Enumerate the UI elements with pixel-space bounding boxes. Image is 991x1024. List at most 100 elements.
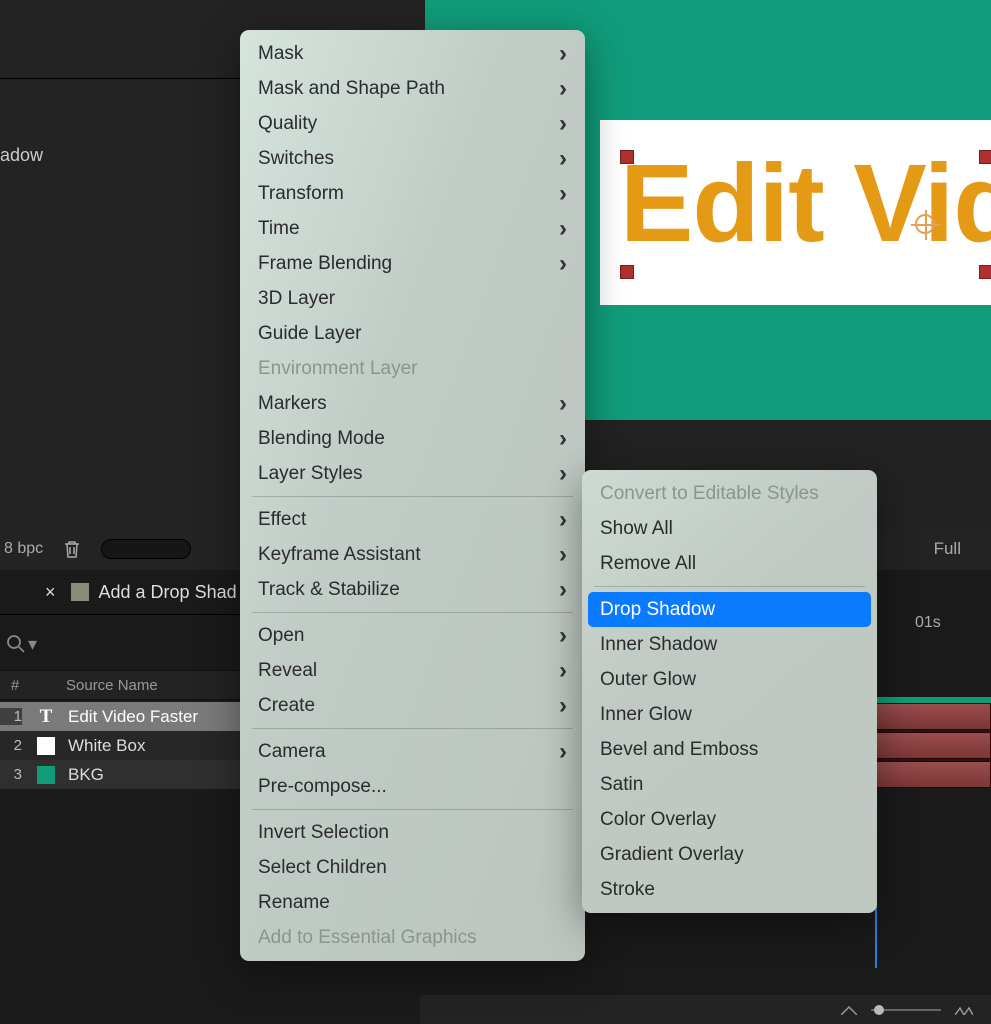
menu-item-inner-shadow[interactable]: Inner Shadow [582,627,877,662]
preview-text[interactable]: Edit Video [620,140,991,267]
menu-item-track-stabilize[interactable]: Track & Stabilize› [240,572,585,607]
menu-item-invert-selection[interactable]: Invert Selection [240,815,585,850]
effect-label: adow [0,145,43,166]
chevron-right-icon: › [559,215,567,243]
chevron-right-icon: › [559,390,567,418]
menu-item-markers[interactable]: Markers› [240,386,585,421]
menu-item-mask-and-shape-path[interactable]: Mask and Shape Path› [240,71,585,106]
menu-item-blending-mode[interactable]: Blending Mode› [240,421,585,456]
menu-item-label: Keyframe Assistant [258,544,421,566]
layer-track[interactable] [875,732,991,759]
menu-item-create[interactable]: Create› [240,688,585,723]
menu-item-label: Invert Selection [258,822,389,844]
menu-item-label: Camera [258,741,326,763]
menu-item-keyframe-assistant[interactable]: Keyframe Assistant› [240,537,585,572]
menu-item-camera[interactable]: Camera › [240,734,585,769]
trash-icon[interactable] [63,539,81,559]
chevron-right-icon: › [559,180,567,208]
menu-item-effect[interactable]: Effect› [240,502,585,537]
comp-tab-title[interactable]: Add a Drop Shad [99,582,237,603]
zoom-in-icon[interactable] [955,1005,973,1015]
menu-item-color-overlay[interactable]: Color Overlay [582,802,877,837]
zoom-out-icon[interactable] [841,1005,857,1015]
layer-row-2[interactable]: 2 White Box [0,731,240,760]
chevron-right-icon: › [559,576,567,604]
menu-item-label: Reveal [258,660,317,682]
chevron-right-icon: › [559,250,567,278]
menu-item-label: Convert to Editable Styles [600,483,819,505]
menu-item-label: Satin [600,774,643,796]
menu-item-label: Environment Layer [258,358,417,380]
anchor-point-icon[interactable] [915,214,935,234]
menu-item-outer-glow[interactable]: Outer Glow [582,662,877,697]
menu-item-bevel-and-emboss[interactable]: Bevel and Emboss [582,732,877,767]
chevron-right-icon: › [559,622,567,650]
chevron-right-icon: › [559,657,567,685]
menu-item-label: Switches [258,148,334,170]
menu-item-label: Time [258,218,300,240]
zoom-slider[interactable] [871,1005,941,1015]
selection-handle[interactable] [979,150,991,164]
layer-name[interactable]: BKG [68,765,104,785]
layer-track[interactable] [875,761,991,788]
layer-row-1[interactable]: 1 T Edit Video Faster [0,702,240,731]
menu-item-label: Stroke [600,879,655,901]
menu-item-reveal[interactable]: Reveal › [240,653,585,688]
menu-item-label: Frame Blending [258,253,392,275]
menu-item-transform[interactable]: Transform› [240,176,585,211]
menu-item-frame-blending[interactable]: Frame Blending › [240,246,585,281]
layer-number: 2 [0,737,22,754]
menu-item-switches[interactable]: Switches› [240,141,585,176]
menu-item-inner-glow[interactable]: Inner Glow [582,697,877,732]
bpc-indicator[interactable]: 8 bpc [4,540,43,558]
menu-item-label: Bevel and Emboss [600,739,758,761]
layer-search[interactable]: ▾ [0,624,240,664]
menu-item-open[interactable]: Open › [240,618,585,653]
menu-item-environment-layer: Environment Layer [240,351,585,386]
menu-item-add-to-essential-graphics: Add to Essential Graphics [240,920,585,955]
menu-item-rename[interactable]: Rename [240,885,585,920]
solid-layer-icon [37,766,55,784]
menu-item-3d-layer[interactable]: 3D Layer [240,281,585,316]
menu-item-label: Quality [258,113,317,135]
layer-row-3[interactable]: 3 BKG [0,760,240,789]
menu-item-label: Inner Shadow [600,634,717,656]
time-ruler[interactable]: 01s [875,608,991,638]
chevron-right-icon: › [559,738,567,766]
text-layer-icon: T [40,706,53,728]
menu-item-remove-all[interactable]: Remove All [582,546,877,581]
selection-handle[interactable] [620,150,634,164]
selection-handle[interactable] [620,265,634,279]
layer-context-menu: Mask›Mask and Shape Path›Quality›Switche… [240,30,585,961]
col-source-name[interactable]: Source Name [66,677,158,694]
close-icon[interactable]: × [45,582,56,603]
menu-item-label: Open [258,625,304,647]
menu-item-guide-layer[interactable]: Guide Layer [240,316,585,351]
menu-item-drop-shadow[interactable]: Drop Shadow [588,592,871,627]
menu-item-convert-to-editable-styles: Convert to Editable Styles [582,476,877,511]
layer-name[interactable]: Edit Video Faster [68,707,198,727]
menu-item-gradient-overlay[interactable]: Gradient Overlay [582,837,877,872]
menu-item-label: Remove All [600,553,696,575]
zoom-pill[interactable] [101,539,191,559]
layer-name[interactable]: White Box [68,736,145,756]
menu-item-label: Add to Essential Graphics [258,927,477,949]
menu-item-time[interactable]: Time › [240,211,585,246]
menu-item-stroke[interactable]: Stroke [582,872,877,907]
menu-item-quality[interactable]: Quality› [240,106,585,141]
menu-item-show-all[interactable]: Show All [582,511,877,546]
resolution-dropdown[interactable]: Full [934,539,961,559]
comp-icon [71,583,89,601]
selection-handle[interactable] [979,265,991,279]
menu-item-satin[interactable]: Satin [582,767,877,802]
menu-item-label: Pre-compose... [258,776,387,798]
menu-item-layer-styles[interactable]: Layer Styles› [240,456,585,491]
menu-item-mask[interactable]: Mask› [240,36,585,71]
chevron-right-icon: › [559,75,567,103]
layer-track[interactable] [875,703,991,730]
chevron-right-icon: › [559,425,567,453]
menu-item-select-children[interactable]: Select Children [240,850,585,885]
menu-item-label: Color Overlay [600,809,716,831]
menu-item-pre-compose-[interactable]: Pre-compose... [240,769,585,804]
search-dropdown-icon[interactable]: ▾ [28,634,37,655]
